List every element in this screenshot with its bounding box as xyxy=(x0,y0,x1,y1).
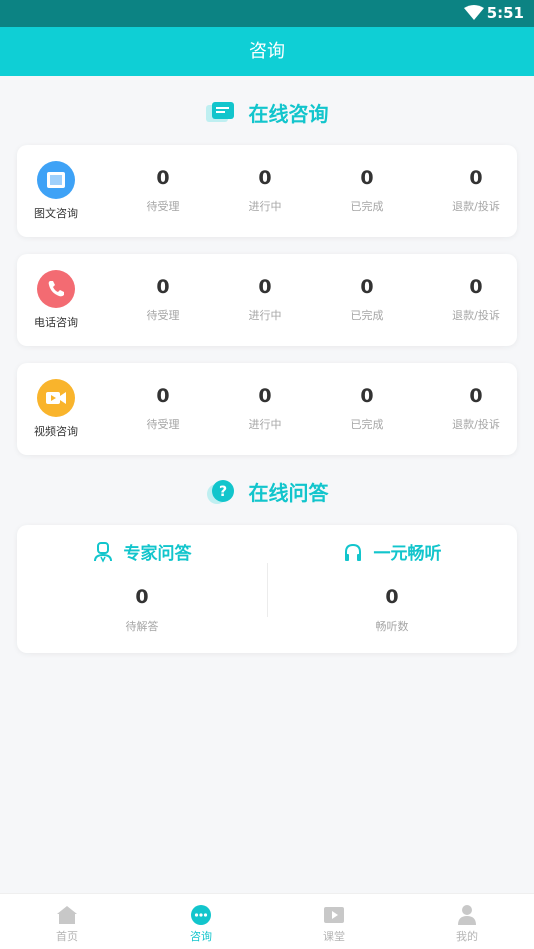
stat-refund[interactable]: 0 退款/投诉 xyxy=(436,385,516,432)
stat-completed[interactable]: 0 已完成 xyxy=(327,276,407,323)
consult-card-video[interactable]: 视频咨询 0 待受理 0 进行中 0 已完成 0 退款/投诉 xyxy=(17,363,517,455)
online-consult-title: 在线咨询 xyxy=(0,98,534,127)
tab-home[interactable]: 首页 xyxy=(0,904,134,944)
tab-consult[interactable]: 咨询 xyxy=(134,904,268,944)
user-icon xyxy=(400,904,534,926)
stat-in-progress[interactable]: 0 进行中 xyxy=(225,385,305,432)
bottom-tab-bar: 首页 咨询 课堂 我的 xyxy=(0,893,534,949)
consult-type-label: 视频咨询 xyxy=(34,425,78,438)
status-time: 5:51 xyxy=(486,4,524,22)
stat-completed[interactable]: 0 已完成 xyxy=(327,167,407,214)
play-icon xyxy=(267,904,401,926)
stat-in-progress[interactable]: 0 进行中 xyxy=(225,167,305,214)
stat-completed[interactable]: 0 已完成 xyxy=(327,385,407,432)
consult-card-phone[interactable]: 电话咨询 0 待受理 0 进行中 0 已完成 0 退款/投诉 xyxy=(17,254,517,346)
chat-icon xyxy=(134,904,268,926)
expert-qa-count: 0 xyxy=(135,586,149,608)
svg-text:?: ? xyxy=(218,484,226,500)
expert-qa[interactable]: 专家问答 0 待解答 xyxy=(17,539,267,634)
expert-qa-title: 专家问答 xyxy=(123,544,192,564)
tab-classroom[interactable]: 课堂 xyxy=(267,904,401,944)
consult-type: 电话咨询 xyxy=(27,270,85,330)
status-bar: 5:51 xyxy=(0,0,534,27)
phone-icon xyxy=(37,270,75,308)
listen-count: 0 xyxy=(385,586,399,608)
stat-refund[interactable]: 0 退款/投诉 xyxy=(436,167,516,214)
home-icon xyxy=(0,904,134,926)
page-title: 咨询 xyxy=(0,27,534,76)
stat-pending[interactable]: 0 待受理 xyxy=(123,385,203,432)
headphones-icon xyxy=(344,543,361,561)
consult-type: 视频咨询 xyxy=(27,379,85,439)
consult-type-label: 电话咨询 xyxy=(34,316,78,329)
stat-pending[interactable]: 0 待受理 xyxy=(123,276,203,323)
consult-type: 图文咨询 xyxy=(27,161,85,221)
qa-card: 专家问答 0 待解答 一元畅听 0 畅听数 xyxy=(17,525,517,653)
stat-in-progress[interactable]: 0 进行中 xyxy=(225,276,305,323)
consult-card-image-text[interactable]: 图文咨询 0 待受理 0 进行中 0 已完成 0 退款/投诉 xyxy=(17,145,517,237)
image-icon xyxy=(37,161,75,199)
question-icon: ? xyxy=(206,479,234,504)
wifi-icon xyxy=(464,5,484,20)
chat-bubble-icon xyxy=(205,101,234,122)
stat-pending[interactable]: 0 待受理 xyxy=(123,167,203,214)
listen-qa[interactable]: 一元畅听 0 畅听数 xyxy=(267,539,517,634)
tab-mine[interactable]: 我的 xyxy=(400,904,534,944)
listen-qa-title: 一元畅听 xyxy=(373,544,442,564)
expert-qa-label: 待解答 xyxy=(125,620,159,633)
listen-label: 畅听数 xyxy=(375,620,409,633)
stat-refund[interactable]: 0 退款/投诉 xyxy=(436,276,516,323)
expert-icon xyxy=(93,541,112,563)
online-qa-title: ? 在线问答 xyxy=(0,477,534,506)
video-icon xyxy=(37,379,75,417)
consult-type-label: 图文咨询 xyxy=(34,207,78,220)
